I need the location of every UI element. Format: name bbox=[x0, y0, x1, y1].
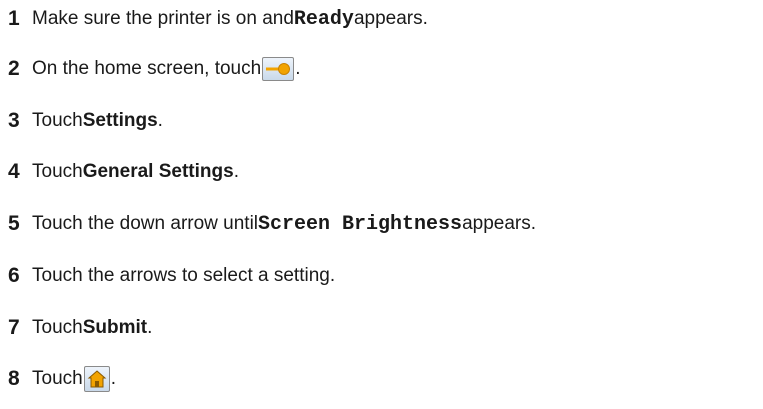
step-text-suffix: appears. bbox=[462, 213, 537, 234]
step-text: Touch the down arrow until bbox=[32, 213, 259, 234]
step-text-suffix: . bbox=[233, 161, 239, 182]
step-text: On the home screen, touch bbox=[32, 58, 262, 79]
step-number: 6 bbox=[8, 264, 20, 287]
step-number: 1 bbox=[8, 7, 20, 30]
screen-brightness-option: Screen Brightness bbox=[258, 212, 463, 236]
general-settings-menu-name: General Settings bbox=[82, 161, 234, 182]
step-text-suffix: appears. bbox=[353, 8, 428, 29]
step-6: 6 Touch the arrows to select a setting. bbox=[8, 260, 335, 292]
step-7: 7 Touch Submit . bbox=[8, 312, 152, 344]
step-3: 3 Touch Settings . bbox=[8, 105, 163, 137]
step-text: Touch bbox=[32, 161, 83, 182]
step-text-suffix: . bbox=[295, 58, 301, 79]
step-8: 8 Touch . bbox=[8, 363, 116, 395]
ready-status-text: Ready bbox=[293, 7, 354, 31]
step-number: 4 bbox=[8, 160, 20, 183]
step-number: 2 bbox=[8, 57, 20, 80]
step-text: Touch bbox=[32, 317, 83, 338]
step-text-suffix: . bbox=[147, 317, 153, 338]
step-number: 7 bbox=[8, 316, 20, 339]
step-text: Touch bbox=[32, 110, 83, 131]
step-4: 4 Touch General Settings . bbox=[8, 156, 239, 188]
step-number: 5 bbox=[8, 212, 20, 235]
settings-key-icon bbox=[262, 57, 295, 81]
step-text: Make sure the printer is on and bbox=[32, 8, 294, 29]
step-1: 1 Make sure the printer is on and Ready … bbox=[8, 3, 428, 35]
step-2: 2 On the home screen, touch . bbox=[8, 53, 300, 85]
step-number: 8 bbox=[8, 367, 20, 390]
step-number: 3 bbox=[8, 109, 20, 132]
submit-button-name: Submit bbox=[82, 317, 148, 338]
step-text-suffix: . bbox=[157, 110, 163, 131]
step-text: Touch the arrows to select a setting. bbox=[32, 265, 336, 286]
home-icon bbox=[83, 366, 110, 392]
step-5: 5 Touch the down arrow until Screen Brig… bbox=[8, 208, 536, 240]
settings-menu-name: Settings bbox=[82, 110, 158, 131]
step-text: Touch bbox=[32, 368, 83, 389]
step-text-suffix: . bbox=[110, 368, 116, 389]
